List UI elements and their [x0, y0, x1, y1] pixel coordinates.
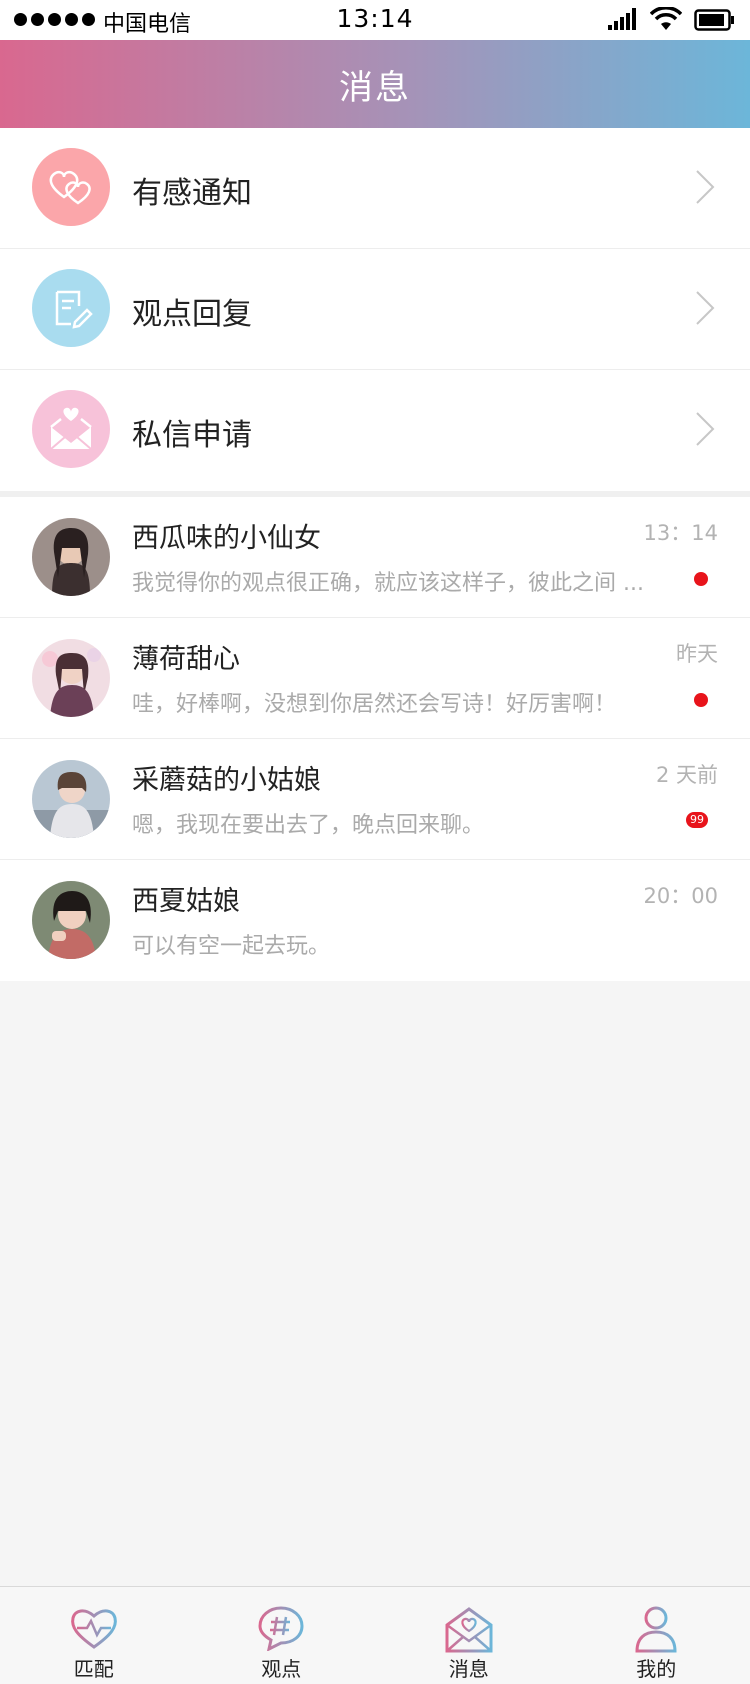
chevron-right-icon	[696, 170, 715, 204]
bottom-tab-bar: 匹配 观点 消息 我的	[0, 1586, 750, 1684]
message-preview: 哇，好棒啊，没想到你居然还会写诗！好厉害啊！	[132, 692, 617, 717]
love-letter-icon	[32, 390, 110, 468]
conversation-item[interactable]: 薄荷甜心 哇，好棒啊，没想到你居然还会写诗！好厉害啊！ 昨天	[0, 618, 750, 739]
tab-label: 观点	[261, 1657, 302, 1681]
tab-messages[interactable]: 消息	[375, 1587, 563, 1684]
chevron-right-icon	[696, 412, 715, 446]
tab-profile[interactable]: 我的	[563, 1587, 750, 1684]
notification-label: 观点回复	[132, 297, 252, 332]
message-time: 20：00	[643, 884, 718, 908]
message-list: 西瓜味的小仙女 我觉得你的观点很正确，就应该这样子，彼此之间 ... 13：14…	[0, 497, 750, 981]
contact-name: 采蘑菇的小姑娘	[132, 765, 321, 796]
contact-name: 西夏姑娘	[132, 886, 240, 917]
user-icon	[635, 1606, 677, 1653]
tab-label: 我的	[636, 1657, 677, 1681]
conversation-item[interactable]: 西夏姑娘 可以有空一起去玩。 20：00	[0, 860, 750, 981]
message-time: 13：14	[643, 521, 718, 545]
page-title: 消息	[339, 67, 411, 108]
contact-name: 薄荷甜心	[132, 644, 240, 675]
nav-header: 消息	[0, 40, 750, 128]
wifi-icon	[650, 7, 682, 30]
notification-item-feelings[interactable]: 有感通知	[0, 128, 750, 249]
envelope-heart-icon	[445, 1607, 493, 1653]
note-edit-icon	[32, 269, 110, 347]
hearts-icon	[32, 148, 110, 226]
cellular-signal-icon	[608, 8, 636, 30]
avatar	[32, 881, 110, 959]
message-preview: 嗯，我现在要出去了，晚点回来聊。	[132, 813, 485, 838]
tab-label: 消息	[448, 1657, 489, 1681]
message-time: 2 天前	[655, 763, 718, 787]
unread-dot	[694, 572, 708, 586]
notification-label: 私信申请	[132, 418, 252, 453]
avatar	[32, 760, 110, 838]
conversation-item[interactable]: 采蘑菇的小姑娘 嗯，我现在要出去了，晚点回来聊。 2 天前 99	[0, 739, 750, 860]
chevron-right-icon	[696, 291, 715, 325]
battery-icon	[694, 9, 734, 31]
heart-pulse-icon	[70, 1609, 117, 1649]
message-preview: 我觉得你的观点很正确，就应该这样子，彼此之间 ...	[132, 571, 644, 596]
contact-name: 西瓜味的小仙女	[132, 523, 321, 554]
tab-match[interactable]: 匹配	[0, 1587, 188, 1684]
unread-dot	[694, 693, 708, 707]
notification-list: 有感通知 观点回复 私信申请	[0, 128, 750, 491]
tab-label: 匹配	[73, 1657, 114, 1681]
message-preview: 可以有空一起去玩。	[132, 934, 331, 959]
hashtag-bubble-icon	[258, 1606, 304, 1651]
message-time: 昨天	[676, 642, 718, 666]
notification-item-replies[interactable]: 观点回复	[0, 249, 750, 370]
status-bar: 中国电信 13:14	[0, 0, 750, 40]
avatar	[32, 518, 110, 596]
notification-item-dm-requests[interactable]: 私信申请	[0, 370, 750, 491]
conversation-item[interactable]: 西瓜味的小仙女 我觉得你的观点很正确，就应该这样子，彼此之间 ... 13：14	[0, 497, 750, 618]
avatar	[32, 639, 110, 717]
notification-label: 有感通知	[132, 176, 252, 211]
tab-opinions[interactable]: 观点	[188, 1587, 376, 1684]
unread-count-badge: 99	[686, 812, 708, 828]
